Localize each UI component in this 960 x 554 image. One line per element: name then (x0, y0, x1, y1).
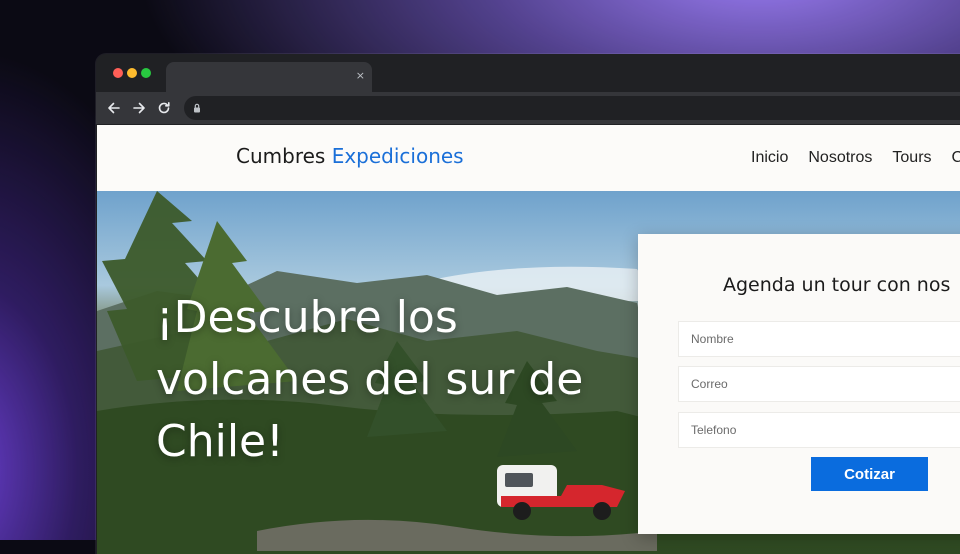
form-title: Agenda un tour con nos (723, 274, 951, 296)
browser-window: × Cumbres Expediciones Inicio Nosotros T… (96, 54, 960, 554)
nav-link-contacto[interactable]: C (952, 149, 960, 167)
tab-close-icon[interactable]: × (356, 69, 365, 83)
booking-form-card: Agenda un tour con nos Cotizar (638, 234, 960, 534)
lock-icon (194, 103, 200, 113)
email-field[interactable] (678, 366, 960, 402)
browser-tab[interactable]: × (166, 62, 372, 92)
site-header: Cumbres Expediciones Inicio Nosotros Tou… (97, 125, 960, 192)
site-logo[interactable]: Cumbres Expediciones (236, 144, 464, 168)
logo-primary-text: Cumbres (236, 144, 326, 168)
back-arrow-icon[interactable] (105, 99, 123, 117)
forward-arrow-icon[interactable] (130, 99, 148, 117)
nav-link-inicio[interactable]: Inicio (751, 149, 788, 167)
page-viewport: Cumbres Expediciones Inicio Nosotros Tou… (97, 125, 960, 554)
hero-section: ¡Descubre los volcanes del sur de Chile!… (97, 191, 960, 554)
reload-icon[interactable] (155, 99, 173, 117)
hero-headline: ¡Descubre los volcanes del sur de Chile! (156, 292, 584, 467)
browser-toolbar (96, 92, 960, 124)
name-field[interactable] (678, 321, 960, 357)
minimize-window-button[interactable] (127, 68, 137, 78)
quote-submit-button[interactable]: Cotizar (811, 457, 928, 491)
close-window-button[interactable] (113, 68, 123, 78)
phone-field[interactable] (678, 412, 960, 448)
maximize-window-button[interactable] (141, 68, 151, 78)
main-nav: Inicio Nosotros Tours C (751, 149, 960, 167)
tab-bar: × (96, 54, 960, 92)
nav-link-tours[interactable]: Tours (892, 149, 931, 167)
logo-accent-text: Expediciones (331, 144, 464, 168)
nav-link-nosotros[interactable]: Nosotros (808, 149, 872, 167)
address-bar[interactable] (184, 96, 960, 120)
